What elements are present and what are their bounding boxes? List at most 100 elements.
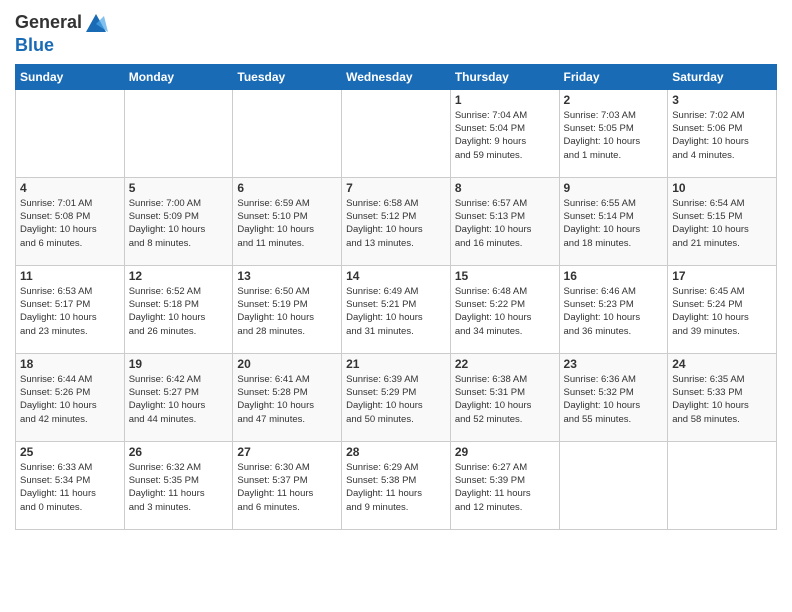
calendar-cell: 27 Sunrise: 6:30 AM Sunset: 5:37 PM Dayli…: [233, 441, 342, 529]
calendar-cell: [124, 89, 233, 177]
day-info: Sunrise: 7:03 AM Sunset: 5:05 PM Dayligh…: [564, 109, 664, 162]
day-number: 11: [20, 269, 120, 283]
logo-icon: [82, 10, 108, 36]
day-info: Sunrise: 6:48 AM Sunset: 5:22 PM Dayligh…: [455, 285, 555, 338]
calendar-cell: 19 Sunrise: 6:42 AM Sunset: 5:27 PM Dayli…: [124, 353, 233, 441]
day-number: 17: [672, 269, 772, 283]
day-number: 24: [672, 357, 772, 371]
day-number: 26: [129, 445, 229, 459]
day-number: 2: [564, 93, 664, 107]
day-number: 20: [237, 357, 337, 371]
day-info: Sunrise: 6:38 AM Sunset: 5:31 PM Dayligh…: [455, 373, 555, 426]
day-number: 5: [129, 181, 229, 195]
calendar-cell: 4 Sunrise: 7:01 AM Sunset: 5:08 PM Daylig…: [16, 177, 125, 265]
calendar-week-row: 4 Sunrise: 7:01 AM Sunset: 5:08 PM Daylig…: [16, 177, 777, 265]
calendar-cell: 10Sunrise: 6:54 AM Sunset: 5:15 PM Dayli…: [668, 177, 777, 265]
calendar-cell: [668, 441, 777, 529]
day-number: 4: [20, 181, 120, 195]
weekday-header: Sunday: [16, 64, 125, 89]
calendar-cell: 24 Sunrise: 6:35 AM Sunset: 5:33 PM Dayli…: [668, 353, 777, 441]
weekday-header: Friday: [559, 64, 668, 89]
calendar-cell: 1 Sunrise: 7:04 AM Sunset: 5:04 PM Daylig…: [450, 89, 559, 177]
day-number: 9: [564, 181, 664, 195]
calendar-cell: 11 Sunrise: 6:53 AM Sunset: 5:17 PM Dayli…: [16, 265, 125, 353]
calendar-cell: 17 Sunrise: 6:45 AM Sunset: 5:24 PM Dayli…: [668, 265, 777, 353]
day-number: 22: [455, 357, 555, 371]
day-info: Sunrise: 7:00 AM Sunset: 5:09 PM Dayligh…: [129, 197, 229, 250]
weekday-header: Monday: [124, 64, 233, 89]
calendar-week-row: 11 Sunrise: 6:53 AM Sunset: 5:17 PM Dayli…: [16, 265, 777, 353]
calendar-cell: 28 Sunrise: 6:29 AM Sunset: 5:38 PM Dayli…: [342, 441, 451, 529]
calendar-cell: 16Sunrise: 6:46 AM Sunset: 5:23 PM Dayli…: [559, 265, 668, 353]
calendar-cell: 5 Sunrise: 7:00 AM Sunset: 5:09 PM Daylig…: [124, 177, 233, 265]
day-info: Sunrise: 7:04 AM Sunset: 5:04 PM Dayligh…: [455, 109, 555, 162]
calendar-cell: 8Sunrise: 6:57 AM Sunset: 5:13 PM Daylig…: [450, 177, 559, 265]
calendar-cell: 25Sunrise: 6:33 AM Sunset: 5:34 PM Dayli…: [16, 441, 125, 529]
day-number: 13: [237, 269, 337, 283]
calendar-week-row: 1 Sunrise: 7:04 AM Sunset: 5:04 PM Daylig…: [16, 89, 777, 177]
day-info: Sunrise: 6:36 AM Sunset: 5:32 PM Dayligh…: [564, 373, 664, 426]
day-number: 25: [20, 445, 120, 459]
day-number: 21: [346, 357, 446, 371]
calendar-cell: 18 Sunrise: 6:44 AM Sunset: 5:26 PM Dayli…: [16, 353, 125, 441]
day-number: 8: [455, 181, 555, 195]
day-number: 15: [455, 269, 555, 283]
calendar-cell: 15 Sunrise: 6:48 AM Sunset: 5:22 PM Dayli…: [450, 265, 559, 353]
day-info: Sunrise: 6:58 AM Sunset: 5:12 PM Dayligh…: [346, 197, 446, 250]
day-info: Sunrise: 6:29 AM Sunset: 5:38 PM Dayligh…: [346, 461, 446, 514]
weekday-header: Thursday: [450, 64, 559, 89]
calendar-cell: 2 Sunrise: 7:03 AM Sunset: 5:05 PM Daylig…: [559, 89, 668, 177]
day-info: Sunrise: 6:59 AM Sunset: 5:10 PM Dayligh…: [237, 197, 337, 250]
calendar-cell: 26 Sunrise: 6:32 AM Sunset: 5:35 PM Dayli…: [124, 441, 233, 529]
day-info: Sunrise: 6:54 AM Sunset: 5:15 PM Dayligh…: [672, 197, 772, 250]
weekday-header-row: SundayMondayTuesdayWednesdayThursdayFrid…: [16, 64, 777, 89]
weekday-header: Saturday: [668, 64, 777, 89]
day-info: Sunrise: 6:46 AM Sunset: 5:23 PM Dayligh…: [564, 285, 664, 338]
day-number: 6: [237, 181, 337, 195]
calendar-cell: 23 Sunrise: 6:36 AM Sunset: 5:32 PM Dayli…: [559, 353, 668, 441]
calendar-cell: [233, 89, 342, 177]
calendar-cell: 29 Sunrise: 6:27 AM Sunset: 5:39 PM Dayli…: [450, 441, 559, 529]
calendar-cell: [342, 89, 451, 177]
calendar-cell: [16, 89, 125, 177]
weekday-header: Tuesday: [233, 64, 342, 89]
calendar-cell: 22 Sunrise: 6:38 AM Sunset: 5:31 PM Dayli…: [450, 353, 559, 441]
day-info: Sunrise: 7:01 AM Sunset: 5:08 PM Dayligh…: [20, 197, 120, 250]
day-info: Sunrise: 6:41 AM Sunset: 5:28 PM Dayligh…: [237, 373, 337, 426]
logo: General Blue: [15, 10, 108, 56]
day-info: Sunrise: 6:32 AM Sunset: 5:35 PM Dayligh…: [129, 461, 229, 514]
calendar-cell: 20 Sunrise: 6:41 AM Sunset: 5:28 PM Dayli…: [233, 353, 342, 441]
day-info: Sunrise: 6:44 AM Sunset: 5:26 PM Dayligh…: [20, 373, 120, 426]
day-info: Sunrise: 6:42 AM Sunset: 5:27 PM Dayligh…: [129, 373, 229, 426]
weekday-header: Wednesday: [342, 64, 451, 89]
day-info: Sunrise: 7:02 AM Sunset: 5:06 PM Dayligh…: [672, 109, 772, 162]
day-number: 12: [129, 269, 229, 283]
calendar-cell: 7Sunrise: 6:58 AM Sunset: 5:12 PM Daylig…: [342, 177, 451, 265]
logo-blue-text: Blue: [15, 36, 54, 56]
day-number: 19: [129, 357, 229, 371]
day-number: 27: [237, 445, 337, 459]
day-info: Sunrise: 6:52 AM Sunset: 5:18 PM Dayligh…: [129, 285, 229, 338]
day-info: Sunrise: 6:53 AM Sunset: 5:17 PM Dayligh…: [20, 285, 120, 338]
day-number: 1: [455, 93, 555, 107]
calendar-table: SundayMondayTuesdayWednesdayThursdayFrid…: [15, 64, 777, 530]
day-info: Sunrise: 6:55 AM Sunset: 5:14 PM Dayligh…: [564, 197, 664, 250]
day-number: 29: [455, 445, 555, 459]
calendar-cell: 9 Sunrise: 6:55 AM Sunset: 5:14 PM Daylig…: [559, 177, 668, 265]
calendar-cell: 12 Sunrise: 6:52 AM Sunset: 5:18 PM Dayli…: [124, 265, 233, 353]
calendar-cell: 13Sunrise: 6:50 AM Sunset: 5:19 PM Dayli…: [233, 265, 342, 353]
day-number: 28: [346, 445, 446, 459]
day-info: Sunrise: 6:30 AM Sunset: 5:37 PM Dayligh…: [237, 461, 337, 514]
day-info: Sunrise: 6:27 AM Sunset: 5:39 PM Dayligh…: [455, 461, 555, 514]
day-info: Sunrise: 6:45 AM Sunset: 5:24 PM Dayligh…: [672, 285, 772, 338]
calendar-cell: 14Sunrise: 6:49 AM Sunset: 5:21 PM Dayli…: [342, 265, 451, 353]
calendar-cell: 6 Sunrise: 6:59 AM Sunset: 5:10 PM Daylig…: [233, 177, 342, 265]
logo-text: General: [15, 13, 82, 33]
day-info: Sunrise: 6:35 AM Sunset: 5:33 PM Dayligh…: [672, 373, 772, 426]
day-number: 18: [20, 357, 120, 371]
calendar-cell: [559, 441, 668, 529]
day-number: 23: [564, 357, 664, 371]
day-info: Sunrise: 6:49 AM Sunset: 5:21 PM Dayligh…: [346, 285, 446, 338]
calendar-week-row: 18 Sunrise: 6:44 AM Sunset: 5:26 PM Dayli…: [16, 353, 777, 441]
header: General Blue: [15, 10, 777, 56]
